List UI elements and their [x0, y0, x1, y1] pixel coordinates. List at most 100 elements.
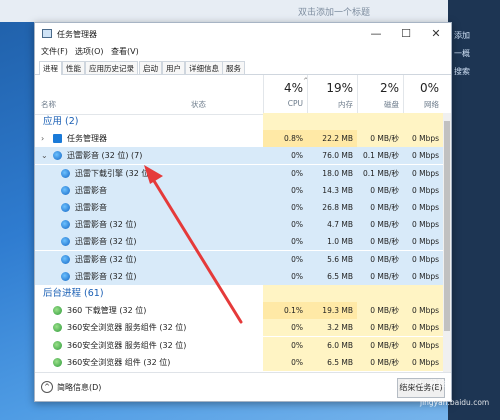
title-bar[interactable]: 任务管理器 — ☐ ✕: [35, 23, 451, 45]
table-row[interactable]: 360安全浏览器 服务组件 (32 位) 0% 6.0 MB 0 MB/秒 0 Mbps: [35, 336, 443, 354]
side-item-overview[interactable]: 一概: [454, 48, 470, 59]
vertical-scrollbar[interactable]: [443, 113, 451, 372]
disk-value: 0 MB/秒: [370, 271, 399, 281]
cpu-value: 0.1%: [263, 302, 307, 320]
table-row[interactable]: 迅雷影音 0% 14.3 MB 0 MB/秒 0 Mbps: [35, 181, 443, 199]
maximize-button[interactable]: ☐: [391, 23, 421, 45]
table-row[interactable]: 迅雷影音 (32 位) 0% 5.6 MB 0 MB/秒 0 Mbps: [35, 250, 443, 268]
memory-value: 76.0 MB: [322, 151, 353, 161]
cpu-value: 0%: [291, 220, 303, 230]
memory-value: 26.8 MB: [322, 203, 353, 212]
close-button[interactable]: ✕: [421, 23, 451, 45]
chevron-right-icon[interactable]: ›: [41, 130, 44, 147]
disk-value: 0.1 MB/秒: [363, 151, 399, 161]
process-name: 360安全浏览器 组件 (32 位): [67, 357, 171, 367]
network-value: 0 Mbps: [403, 319, 443, 337]
watermark-url: jingyan.baidu.com: [420, 398, 490, 407]
network-value: 0 Mbps: [403, 353, 443, 371]
side-item-search[interactable]: 搜索: [454, 66, 470, 77]
side-item-add[interactable]: 添加: [454, 30, 470, 41]
xunlei-player-icon: [61, 185, 70, 195]
task-manager-window: 任务管理器 — ☐ ✕ 文件(F) 选项(O) 查看(V) 进程 性能 应用历史…: [34, 22, 452, 402]
disk-value: 0.1 MB/秒: [363, 168, 399, 178]
memory-value: 6.0 MB: [307, 336, 357, 354]
menu-file[interactable]: 文件(F): [41, 46, 68, 57]
desktop-hint-text: 双击添加一个标题: [298, 8, 371, 18]
tab-app-history[interactable]: 应用历史记录: [85, 61, 138, 74]
table-row[interactable]: 360安全浏览器 组件 (32 位) 0% 6.5 MB 0 MB/秒 0 Mbps: [35, 353, 443, 371]
scrollbar-thumb[interactable]: [444, 121, 450, 331]
memory-value: 6.5 MB: [327, 271, 353, 281]
group-header-row[interactable]: 后台进程 (61): [35, 285, 443, 302]
table-row[interactable]: 迅雷影音 (32 位) 0% 1.0 MB 0 MB/秒 0 Mbps: [35, 233, 443, 251]
footer-bar: ^ 简略信息(D) 结束任务(E): [35, 372, 451, 401]
group-title: 应用 (2): [43, 116, 79, 127]
header-disk-label[interactable]: 磁盘: [357, 99, 399, 110]
desktop-top-strip: 双击添加一个标题: [0, 0, 500, 22]
tab-strip: 进程 性能 应用历史记录 启动 用户 详细信息 服务: [35, 59, 451, 75]
process-name: 360安全浏览器 服务组件 (32 位): [67, 340, 187, 350]
disk-value: 0 MB/秒: [357, 319, 403, 337]
memory-value: 18.0 MB: [322, 168, 353, 178]
header-disk-percent[interactable]: 2%: [357, 81, 399, 95]
chevron-up-icon[interactable]: ^: [41, 381, 53, 393]
table-row[interactable]: 360 下载管理 (32 位) 0.1% 19.3 MB 0 MB/秒 0 Mbps: [35, 302, 443, 320]
header-network-label[interactable]: 网络: [403, 99, 439, 110]
empty-cell: [307, 285, 357, 302]
header-memory-label[interactable]: 内存: [307, 99, 353, 110]
header-network-percent[interactable]: 0%: [403, 81, 439, 95]
menu-view[interactable]: 查看(V): [111, 46, 139, 57]
chevron-down-icon[interactable]: ⌄: [41, 147, 48, 164]
minimize-button[interactable]: —: [361, 23, 391, 45]
header-status[interactable]: 状态: [191, 99, 206, 110]
menu-options[interactable]: 选项(O): [75, 46, 104, 57]
cpu-value: 0%: [263, 353, 307, 371]
table-row[interactable]: 360安全浏览器 服务组件 (32 位) 0% 3.2 MB 0 MB/秒 0 Mbps: [35, 319, 443, 337]
cpu-value: 0%: [291, 185, 303, 195]
column-header: ^ 名称 状态 4% CPU 19% 内存 2% 磁盘 0% 网络: [35, 75, 451, 115]
group-header-row[interactable]: 应用 (2): [35, 113, 443, 130]
header-memory-percent[interactable]: 19%: [307, 81, 353, 95]
cpu-value: 0%: [291, 168, 303, 178]
360-download-icon: [53, 306, 62, 316]
network-value: 0 Mbps: [411, 151, 439, 161]
tab-processes[interactable]: 进程: [39, 61, 62, 75]
process-name: 迅雷影音 (32 位): [75, 271, 137, 281]
process-name: 迅雷影音: [75, 203, 107, 212]
tab-services[interactable]: 服务: [222, 61, 245, 74]
header-cpu-label[interactable]: CPU: [263, 99, 303, 108]
fewer-details-link[interactable]: 简略信息(D): [57, 382, 101, 393]
memory-value: 6.5 MB: [307, 353, 357, 371]
table-row[interactable]: 迅雷下载引擎 (32 位) 0% 18.0 MB 0.1 MB/秒 0 Mbps: [35, 164, 443, 182]
process-name: 迅雷影音 (32 位): [75, 237, 137, 247]
table-row[interactable]: › 任务管理器 0.8% 22.2 MB 0 MB/秒 0 Mbps: [35, 130, 443, 148]
cpu-value: 0%: [291, 254, 303, 264]
table-row[interactable]: 迅雷影音 (32 位) 0% 4.7 MB 0 MB/秒 0 Mbps: [35, 216, 443, 234]
tab-startup[interactable]: 启动: [139, 61, 162, 74]
process-name: 360 下载管理 (32 位): [67, 306, 147, 316]
table-row[interactable]: ⌄ 迅雷影音 (32 位) (7) 0% 76.0 MB 0.1 MB/秒 0 Mbps: [35, 147, 443, 165]
network-value: 0 Mbps: [403, 336, 443, 354]
cpu-value: 0%: [291, 151, 303, 161]
network-value: 0 Mbps: [411, 237, 439, 247]
disk-value: 0 MB/秒: [370, 185, 399, 195]
disk-value: 0 MB/秒: [357, 302, 403, 320]
tab-performance[interactable]: 性能: [62, 61, 85, 74]
tab-users[interactable]: 用户: [162, 61, 185, 74]
empty-cell: [263, 113, 307, 130]
table-row[interactable]: 迅雷影音 (32 位) 0% 6.5 MB 0 MB/秒 0 Mbps: [35, 267, 443, 285]
cpu-value: 0%: [291, 237, 303, 247]
cpu-value: 0%: [263, 336, 307, 354]
network-value: 0 Mbps: [403, 302, 443, 320]
header-name[interactable]: 名称: [41, 99, 56, 110]
table-row[interactable]: 迅雷影音 0% 26.8 MB 0 MB/秒 0 Mbps: [35, 199, 443, 216]
process-name: 迅雷影音 (32 位): [75, 220, 137, 230]
process-name: 360安全浏览器 服务组件 (32 位): [67, 323, 187, 333]
memory-value: 5.6 MB: [327, 254, 353, 264]
xunlei-player-icon: [61, 220, 70, 230]
header-cpu-percent[interactable]: 4%: [263, 81, 303, 95]
window-title: 任务管理器: [57, 30, 97, 39]
tab-details[interactable]: 详细信息: [185, 61, 223, 74]
memory-value: 4.7 MB: [327, 220, 353, 230]
xunlei-player-icon: [61, 203, 70, 212]
